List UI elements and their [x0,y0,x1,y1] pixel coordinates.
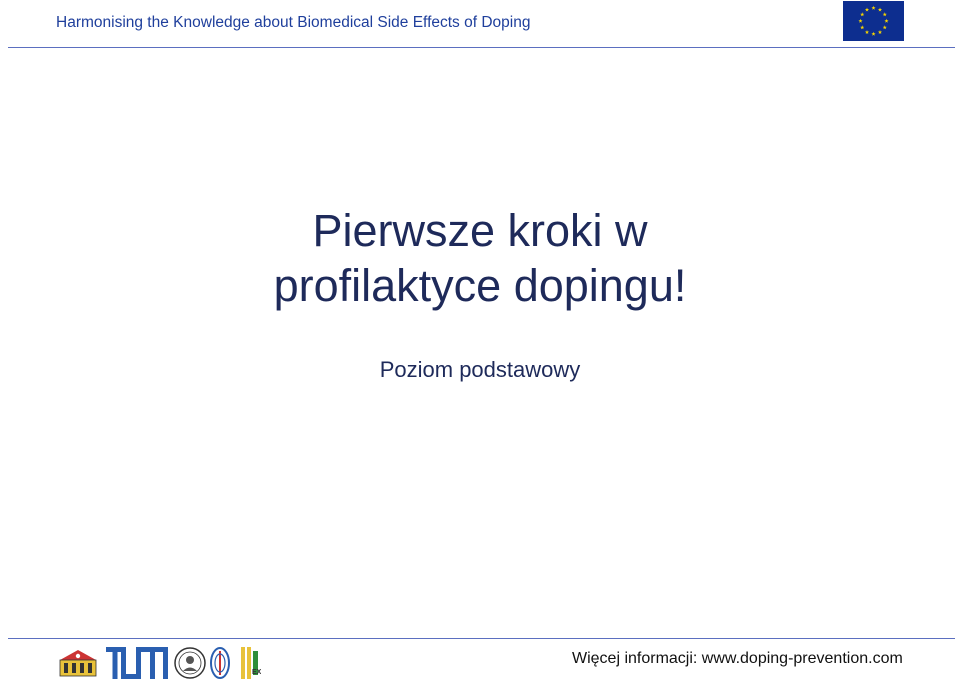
slide-title-line-1: Pierwsze kroki w [312,205,648,256]
footer-info-text: Więcej informacji: www.doping-prevention… [572,650,903,667]
header-divider [8,47,955,48]
svg-text:EX: EX [252,669,261,676]
ex-logo-icon: EX [241,647,261,679]
header-title: Harmonising the Knowledge about Biomedic… [56,14,531,31]
partner-logos: EX [56,644,266,680]
slide-title: Pierwsze kroki w profilaktyce dopingu! [0,203,960,313]
oval-emblem-logo-icon [210,647,230,679]
slide: Harmonising the Knowledge about Biomedic… [0,0,960,681]
eu-flag-icon [843,1,904,41]
slide-title-line-2: profilaktyce dopingu! [273,260,687,311]
footer-divider [8,638,955,639]
tum-logo-icon [106,647,168,679]
slide-subtitle: Poziom podstawowy [379,357,581,382]
round-seal-logo-icon [174,647,206,679]
university-crest-logo-icon [59,650,97,677]
